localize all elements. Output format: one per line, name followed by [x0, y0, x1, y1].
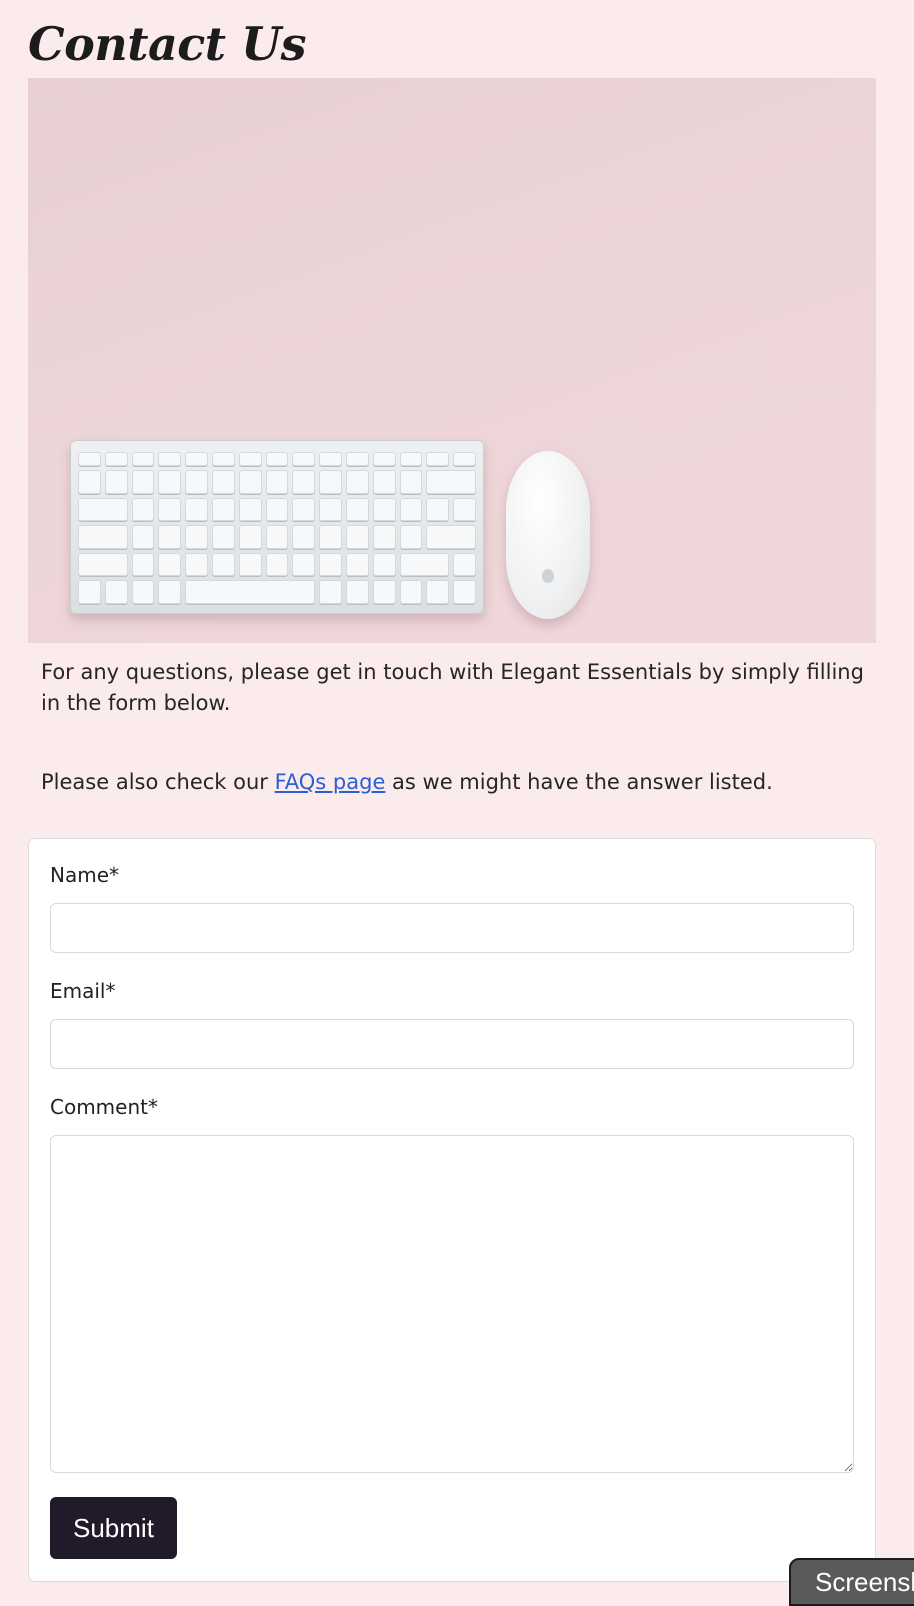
apple-logo-icon [542, 569, 554, 583]
comment-textarea[interactable] [50, 1135, 854, 1473]
mouse-image [506, 451, 590, 619]
screenshot-button[interactable]: Screenshot [789, 1558, 914, 1606]
intro-line-2-after: as we might have the answer listed. [385, 770, 773, 794]
email-field-group: Email* [50, 977, 854, 1069]
comment-label: Comment* [50, 1095, 158, 1119]
intro-line-2-before: Please also check our [41, 770, 275, 794]
email-label: Email* [50, 979, 116, 1003]
submit-button[interactable]: Submit [50, 1497, 177, 1559]
contact-form: Name* Email* Comment* Submit [28, 838, 876, 1582]
keyboard-image [70, 440, 484, 614]
name-field-group: Name* [50, 861, 854, 953]
intro-line-2: Please also check our FAQs page as we mi… [41, 767, 873, 798]
intro-line-1: For any questions, please get in touch w… [41, 660, 864, 715]
hero-image [28, 78, 876, 643]
intro-text: For any questions, please get in touch w… [41, 657, 873, 798]
page-title: Contact Us [28, 17, 307, 71]
contact-page: Contact Us For any questions, please get… [0, 0, 914, 1582]
comment-field-group: Comment* [50, 1093, 854, 1473]
email-input[interactable] [50, 1019, 854, 1069]
faqs-page-link[interactable]: FAQs page [275, 770, 386, 794]
name-label: Name* [50, 863, 120, 887]
name-input[interactable] [50, 903, 854, 953]
